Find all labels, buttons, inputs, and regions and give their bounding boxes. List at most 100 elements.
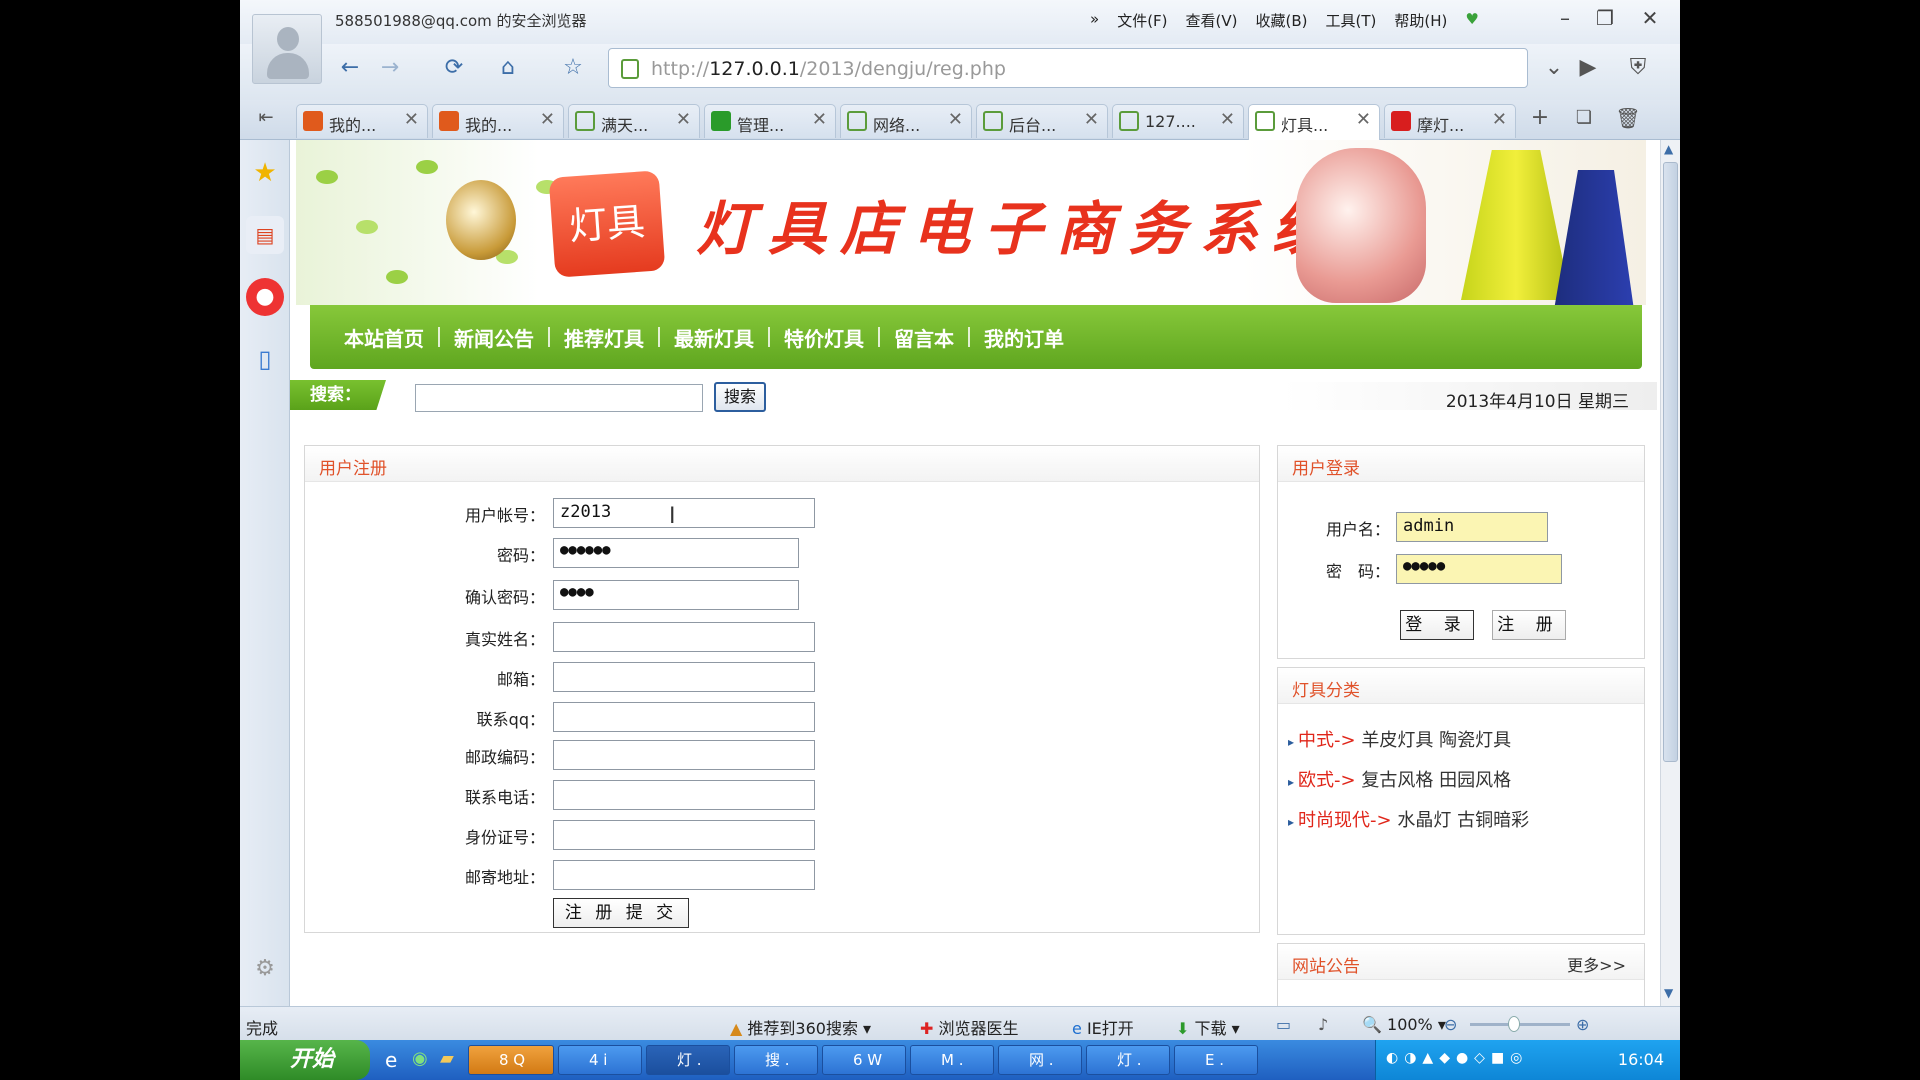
phone-input[interactable] [553, 780, 815, 810]
subcategory-links[interactable]: 复古风格 田园风格 [1361, 770, 1511, 791]
shirt-icon[interactable]: ♥ [1465, 10, 1478, 31]
idcard-input[interactable] [553, 820, 815, 850]
url-text[interactable]: http://127.0.0.1/2013/dengju/reg.php [651, 58, 1006, 80]
taskbar-item-excel[interactable]: M . [910, 1045, 994, 1075]
zoom-slider[interactable] [1470, 1023, 1570, 1026]
refresh-button[interactable]: ⟳ [436, 50, 472, 86]
tab-8-active[interactable]: 灯具... ✕ [1248, 104, 1380, 140]
taskbar-item-ie[interactable]: 网 . [998, 1045, 1082, 1075]
taskbar-item-doc[interactable]: 灯 . [1086, 1045, 1170, 1075]
taskbar-item-app[interactable]: E . [1174, 1045, 1258, 1075]
favorites-star-icon[interactable]: ★ [246, 154, 284, 192]
tab-6[interactable]: 后台... ✕ [976, 104, 1108, 138]
zoom-in-icon[interactable]: ⊕ [1576, 1015, 1589, 1034]
home-button[interactable]: ⌂ [490, 50, 526, 86]
nav-home[interactable]: 本站首页 [330, 323, 438, 352]
register-button[interactable]: 注 册 [1492, 610, 1566, 640]
start-button[interactable]: 开始 [240, 1040, 370, 1080]
close-icon[interactable]: ✕ [948, 109, 963, 130]
subcategory-links[interactable]: 水晶灯 古铜暗彩 [1397, 810, 1529, 831]
recommend-360-button[interactable]: ▲ 推荐到360搜索 ▾ [730, 1015, 871, 1039]
subcategory-links[interactable]: 羊皮灯具 陶瓷灯具 [1361, 730, 1511, 751]
nav-news[interactable]: 新闻公告 [440, 323, 548, 352]
menu-arrow-icon[interactable]: » [1090, 10, 1099, 31]
tab-7[interactable]: 127.... ✕ [1112, 104, 1244, 138]
tab-1[interactable]: 我的... ✕ [296, 104, 428, 138]
trash-icon[interactable]: 🗑 [1610, 100, 1646, 136]
news-icon[interactable]: ▤ [246, 216, 284, 254]
close-icon[interactable]: ✕ [1356, 109, 1371, 130]
forward-button[interactable]: → [372, 50, 408, 86]
tab-5[interactable]: 网络... ✕ [840, 104, 972, 138]
tab-3[interactable]: 满天... ✕ [568, 104, 700, 138]
volume-icon[interactable]: ♪ [1318, 1015, 1328, 1034]
ie-open-button[interactable]: e IE打开 [1072, 1015, 1134, 1039]
menu-file[interactable]: 文件(F) [1117, 10, 1167, 31]
browser-doctor-button[interactable]: ✚ 浏览器医生 [920, 1015, 1019, 1039]
tab-4[interactable]: 管理... ✕ [704, 104, 836, 138]
close-icon[interactable]: ✕ [404, 109, 419, 130]
menu-tools[interactable]: 工具(T) [1326, 10, 1377, 31]
close-icon[interactable]: ✕ [676, 109, 691, 130]
back-button[interactable]: ← [332, 50, 368, 86]
realname-input[interactable] [553, 622, 815, 652]
postcode-input[interactable] [553, 740, 815, 770]
nav-newest[interactable]: 最新灯具 [660, 323, 768, 352]
shield-icon[interactable]: ⛨ [1620, 50, 1656, 86]
tab-2[interactable]: 我的... ✕ [432, 104, 564, 138]
sidebar-toggle-icon[interactable]: ⇤ [248, 100, 284, 136]
more-link[interactable]: 更多>> [1567, 952, 1626, 976]
address-bar[interactable]: http://127.0.0.1/2013/dengju/reg.php [608, 48, 1528, 88]
zoom-out-icon[interactable]: ⊖ [1444, 1015, 1457, 1034]
email-field[interactable] [553, 662, 815, 692]
scroll-thumb[interactable] [1663, 162, 1678, 762]
account-input[interactable]: z2013 [553, 498, 815, 528]
scroll-down-icon[interactable]: ▼ [1664, 986, 1673, 1000]
confirm-password-input[interactable]: ●●●● [553, 580, 799, 610]
phone-icon[interactable]: ▯ [246, 340, 284, 378]
nav-recommended[interactable]: 推荐灯具 [550, 323, 658, 352]
window-icon[interactable]: ▭ [1276, 1015, 1291, 1034]
login-button[interactable]: 登 录 [1400, 610, 1474, 640]
password-input[interactable]: ●●●●●● [553, 538, 799, 568]
taskbar-item-search[interactable]: 搜 . [734, 1045, 818, 1075]
dropdown-arrow-icon[interactable]: ⌄ [1536, 50, 1572, 86]
zoom-slider-handle[interactable] [1508, 1016, 1520, 1032]
tray-icons[interactable]: ◐◑▲◆●◇■◎ [1386, 1050, 1528, 1066]
restore-button[interactable]: ❐ [1585, 4, 1625, 32]
search-input[interactable] [415, 384, 703, 412]
tab-9[interactable]: 摩灯... ✕ [1384, 104, 1516, 138]
close-icon[interactable]: ✕ [540, 109, 555, 130]
menu-help[interactable]: 帮助(H) [1394, 10, 1447, 31]
close-icon[interactable]: ✕ [1084, 109, 1099, 130]
download-button[interactable]: ⬇ 下载 ▾ [1176, 1015, 1240, 1039]
weibo-icon[interactable]: ● [246, 278, 284, 316]
go-button[interactable]: ▶ [1570, 50, 1606, 86]
nav-guestbook[interactable]: 留言本 [880, 323, 968, 352]
search-button[interactable]: 搜索 [714, 382, 766, 412]
taskbar-item-word[interactable]: 4 i [558, 1045, 642, 1075]
menu-favorites[interactable]: 收藏(B) [1256, 10, 1308, 31]
qq-input[interactable] [553, 702, 815, 732]
category-link[interactable]: 中式-> [1298, 730, 1356, 751]
scroll-up-icon[interactable]: ▲ [1664, 142, 1673, 156]
close-icon[interactable]: ✕ [1220, 109, 1235, 130]
quicklaunch-ie-icon[interactable]: e [385, 1048, 397, 1072]
category-link[interactable]: 时尚现代-> [1298, 810, 1392, 831]
page-scrollbar[interactable]: ▲ ▼ [1660, 140, 1680, 1006]
close-icon[interactable]: ✕ [1492, 109, 1507, 130]
zoom-control[interactable]: 🔍 100% ▾ [1362, 1015, 1446, 1034]
address-input[interactable] [553, 860, 815, 890]
quicklaunch-360-icon[interactable]: ◉ [412, 1048, 428, 1069]
nav-my-orders[interactable]: 我的订单 [970, 323, 1078, 352]
taskbar-item-browser[interactable]: 灯 . [646, 1045, 730, 1075]
username-input[interactable]: admin [1396, 512, 1548, 542]
register-submit-button[interactable]: 注 册 提 交 [553, 898, 689, 928]
taskbar-item-explorer[interactable]: 6 W [822, 1045, 906, 1075]
nav-special[interactable]: 特价灯具 [770, 323, 878, 352]
quicklaunch-folder-icon[interactable]: ▰ [440, 1048, 454, 1069]
avatar[interactable] [252, 14, 322, 84]
category-link[interactable]: 欧式-> [1298, 770, 1356, 791]
minimize-button[interactable]: – [1545, 4, 1585, 32]
close-icon[interactable]: ✕ [812, 109, 827, 130]
